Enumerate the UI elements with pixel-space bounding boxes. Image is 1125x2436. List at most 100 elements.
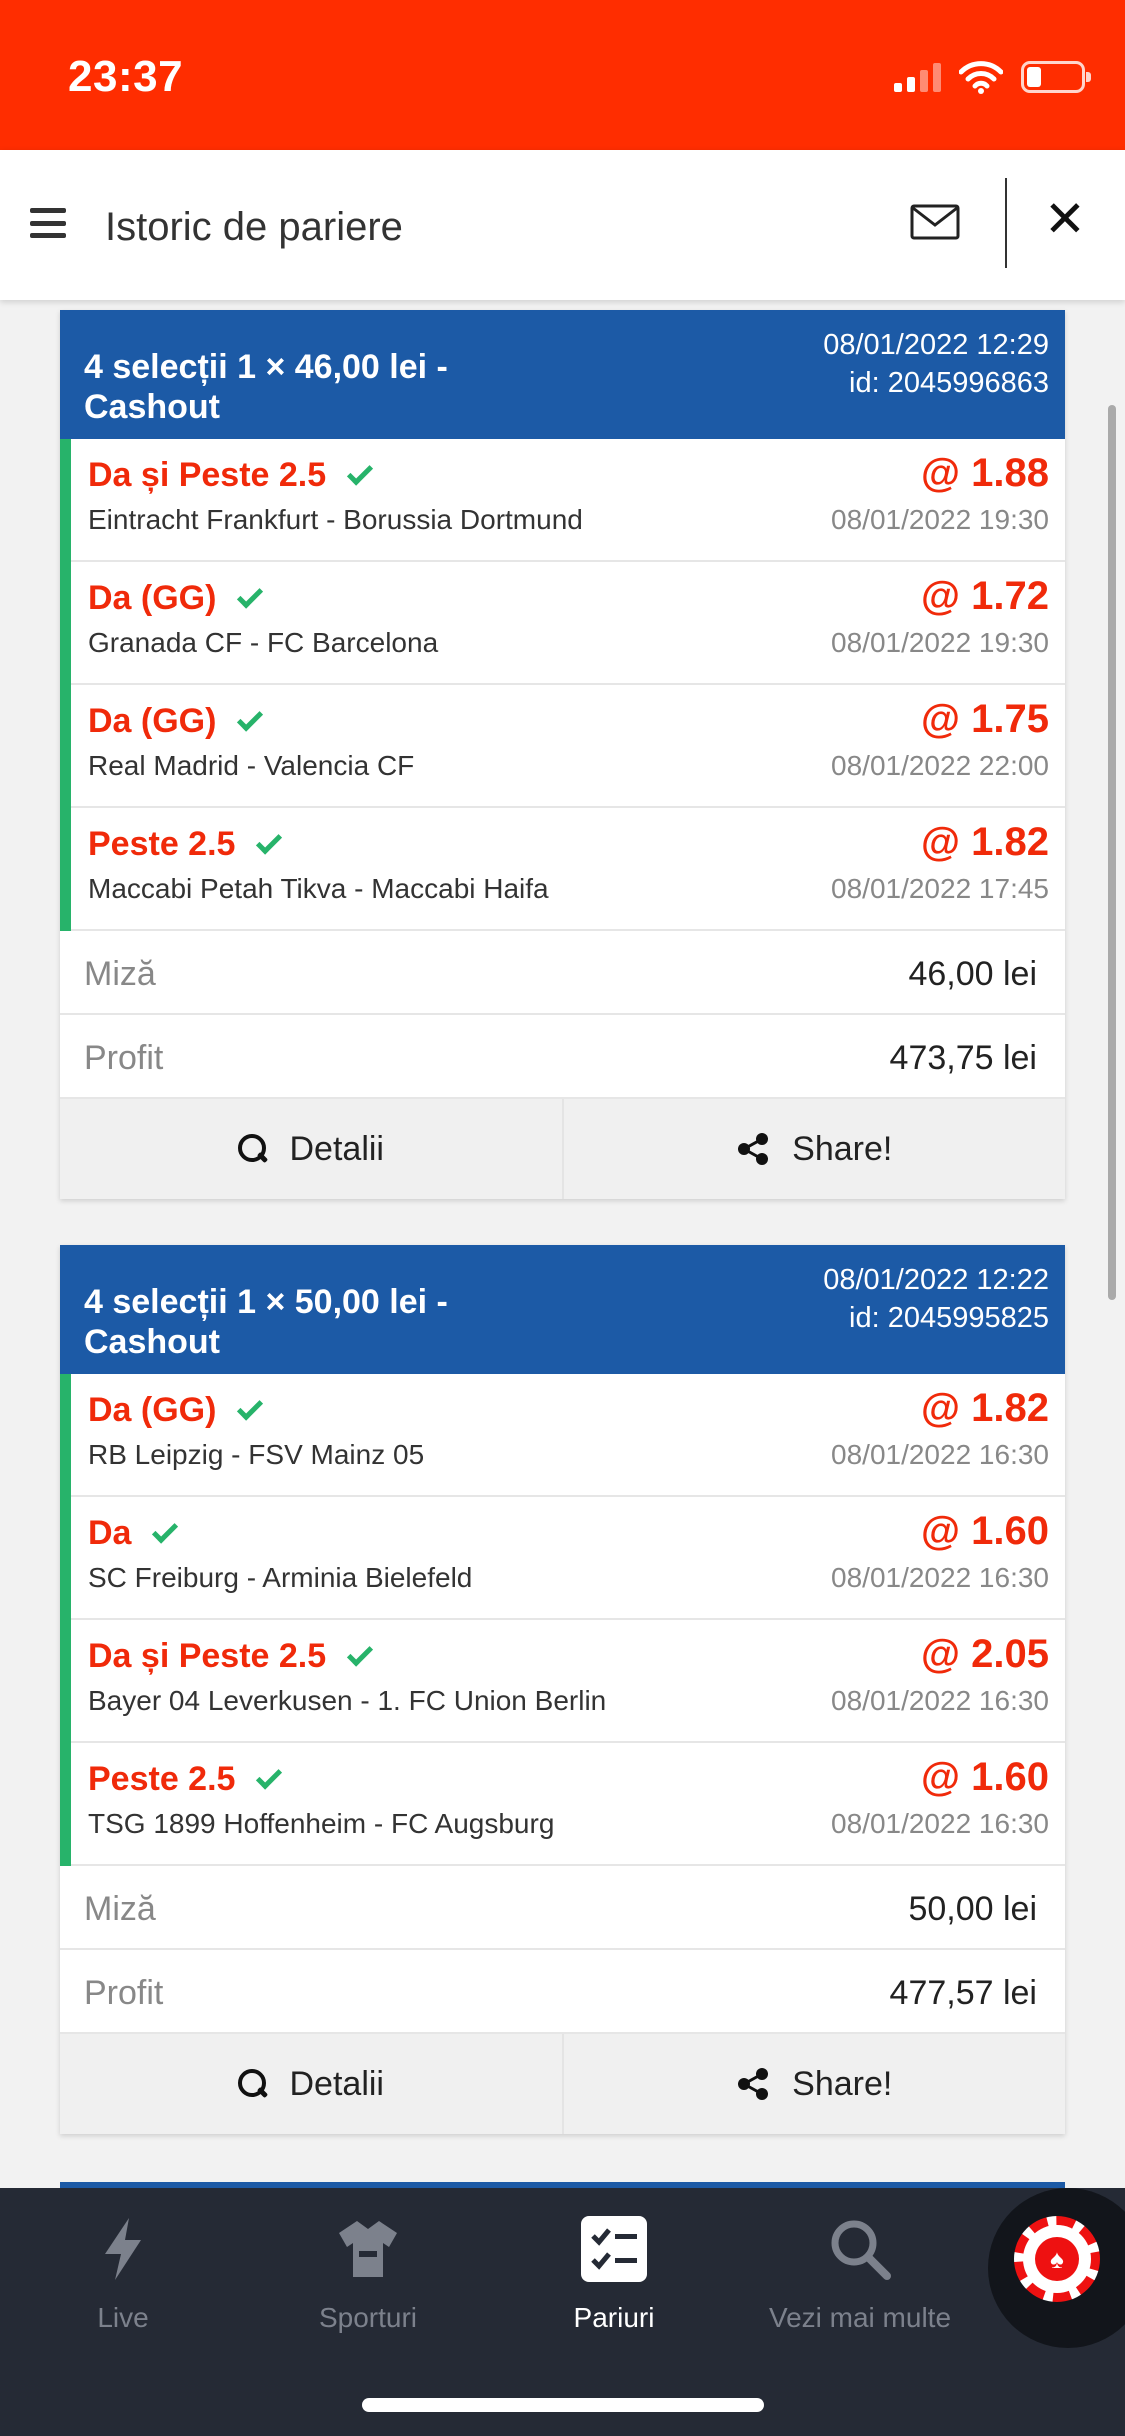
bet-datetime: 08/01/2022 12:29: [823, 329, 1049, 361]
selection-row: Peste 2.5 Maccabi Petah Tikva - Maccabi …: [71, 808, 1065, 931]
battery-icon: [1021, 61, 1091, 93]
search-icon: [831, 2220, 891, 2280]
selection-odd: @ 1.60: [921, 1509, 1049, 1553]
check-icon: [347, 459, 374, 486]
nav-item-vezi-mai-multe[interactable]: Vezi mai multe: [760, 2214, 960, 2334]
app-header: Istoric de pariere ✕: [0, 150, 1125, 300]
selection-pick: Da (GG): [88, 1391, 217, 1429]
check-icon: [152, 1517, 179, 1544]
check-icon: [256, 828, 283, 855]
bet-title: 4 selecții 1 × 50,00 lei - Cashout: [84, 1283, 448, 1361]
share-button[interactable]: Share!: [561, 2034, 1066, 2134]
wifi-icon: [959, 61, 1003, 94]
selection-odd: @ 1.88: [921, 451, 1049, 495]
search-icon: [237, 2069, 268, 2099]
selection-row: Da (GG) RB Leipzig - FSV Mainz 05 @ 1.82…: [71, 1374, 1065, 1497]
nav-item-pariuri[interactable]: Pariuri: [514, 2214, 714, 2334]
bet-datetime: 08/01/2022 12:22: [823, 1264, 1049, 1296]
details-button[interactable]: Detalii: [60, 1099, 562, 1199]
bet-header: 4 selecții 1 × 46,00 lei - Cashout 08/01…: [60, 310, 1065, 439]
selection-row: Da și Peste 2.5 Bayer 04 Leverkusen - 1.…: [71, 1620, 1065, 1743]
check-icon: [237, 582, 264, 609]
selection-odd: @ 2.05: [921, 1632, 1049, 1676]
profit-row: Profit 477,57 lei: [60, 1950, 1065, 2034]
profit-label: Profit: [84, 1039, 164, 1077]
spade-icon: ♠: [1035, 2237, 1079, 2281]
selection-row: Da (GG) Granada CF - FC Barcelona @ 1.72…: [71, 562, 1065, 685]
selection-odd: @ 1.82: [921, 820, 1049, 864]
bet-card: 4 selecții 1 × 46,00 lei - Cashout 08/01…: [60, 310, 1065, 1199]
stake-value: 50,00 lei: [908, 1890, 1037, 1928]
details-label: Detalii: [289, 1129, 384, 1168]
selection-odd: @ 1.60: [921, 1755, 1049, 1799]
selection-match: Maccabi Petah Tikva - Maccabi Haifa: [88, 873, 549, 904]
selection-row: Peste 2.5 TSG 1899 Hoffenheim - FC Augsb…: [71, 1743, 1065, 1866]
header-divider: [1005, 178, 1007, 268]
status-icons: [894, 60, 1091, 94]
profit-value: 473,75 lei: [889, 1039, 1037, 1077]
bet-actions: Detalii Share!: [60, 1099, 1065, 1199]
selections-list: Da și Peste 2.5 Eintracht Frankfurt - Bo…: [60, 439, 1065, 931]
close-icon[interactable]: ✕: [1044, 194, 1086, 244]
search-icon: [237, 1134, 268, 1164]
selection-pick: Da și Peste 2.5: [88, 456, 327, 494]
selection-date: 08/01/2022 16:30: [831, 1439, 1049, 1470]
share-icon: [738, 1133, 769, 1165]
profit-value: 477,57 lei: [889, 1974, 1037, 2012]
page-title: Istoric de pariere: [105, 205, 403, 249]
share-button[interactable]: Share!: [561, 1099, 1066, 1199]
selection-pick: Peste 2.5: [88, 1760, 236, 1798]
mail-icon[interactable]: [910, 204, 960, 240]
selection-odd: @ 1.82: [921, 1386, 1049, 1430]
selection-date: 08/01/2022 16:30: [831, 1562, 1049, 1593]
bet-header: 4 selecții 1 × 50,00 lei - Cashout 08/01…: [60, 1245, 1065, 1374]
status-bar: 23:37: [0, 0, 1125, 150]
selection-row: Da și Peste 2.5 Eintracht Frankfurt - Bo…: [71, 439, 1065, 562]
stake-label: Miză: [84, 1890, 156, 1928]
selection-match: TSG 1899 Hoffenheim - FC Augsburg: [88, 1808, 555, 1839]
nav-label: Live: [97, 2302, 149, 2333]
selection-match: Granada CF - FC Barcelona: [88, 627, 439, 658]
selection-row: Da SC Freiburg - Arminia Bielefeld @ 1.6…: [71, 1497, 1065, 1620]
bet-history-list[interactable]: 4 selecții 1 × 46,00 lei - Cashout 08/01…: [0, 300, 1125, 2190]
signal-icon: [894, 62, 941, 92]
check-icon: [237, 705, 264, 732]
selection-odd: @ 1.72: [921, 574, 1049, 618]
selection-pick: Da: [88, 1514, 132, 1552]
selection-pick: Da și Peste 2.5: [88, 1637, 327, 1675]
bet-title: 4 selecții 1 × 46,00 lei - Cashout: [84, 348, 448, 426]
share-icon: [738, 2068, 769, 2100]
bet-card: 4 selecții 1 × 50,00 lei - Cashout 08/01…: [60, 1245, 1065, 2134]
bet-id: id: 2045996863: [849, 367, 1049, 399]
stake-row: Miză 46,00 lei: [60, 931, 1065, 1015]
selection-pick: Da (GG): [88, 702, 217, 740]
bet-meta: 08/01/2022 12:22 id: 2045995825: [823, 1261, 1049, 1337]
details-button[interactable]: Detalii: [60, 2034, 562, 2134]
selection-match: SC Freiburg - Arminia Bielefeld: [88, 1562, 473, 1593]
selection-date: 08/01/2022 16:30: [831, 1808, 1049, 1839]
betslip-icon: [581, 2216, 647, 2282]
scrollbar[interactable]: [1108, 405, 1116, 1300]
selection-date: 08/01/2022 22:00: [831, 750, 1049, 781]
selection-row: Da (GG) Real Madrid - Valencia CF @ 1.75…: [71, 685, 1065, 808]
share-label: Share!: [792, 1129, 893, 1168]
menu-icon[interactable]: [30, 208, 66, 238]
selection-date: 08/01/2022 19:30: [831, 627, 1049, 658]
home-indicator: [362, 2398, 764, 2412]
casino-button[interactable]: ♠: [988, 2188, 1125, 2348]
stake-label: Miză: [84, 955, 156, 993]
selection-match: Eintracht Frankfurt - Borussia Dortmund: [88, 504, 583, 535]
selection-match: Bayer 04 Leverkusen - 1. FC Union Berlin: [88, 1685, 607, 1716]
lightning-icon: [105, 2218, 141, 2280]
share-label: Share!: [792, 2064, 893, 2103]
nav-item-live[interactable]: Live: [23, 2214, 223, 2334]
status-time: 23:37: [68, 52, 184, 101]
nav-item-sporturi[interactable]: Sporturi: [268, 2214, 468, 2334]
profit-label: Profit: [84, 1974, 164, 2012]
selection-date: 08/01/2022 19:30: [831, 504, 1049, 535]
profit-row: Profit 473,75 lei: [60, 1015, 1065, 1099]
stake-row: Miză 50,00 lei: [60, 1866, 1065, 1950]
details-label: Detalii: [289, 2064, 384, 2103]
check-icon: [347, 1640, 374, 1667]
nav-label: Vezi mai multe: [768, 2302, 952, 2333]
